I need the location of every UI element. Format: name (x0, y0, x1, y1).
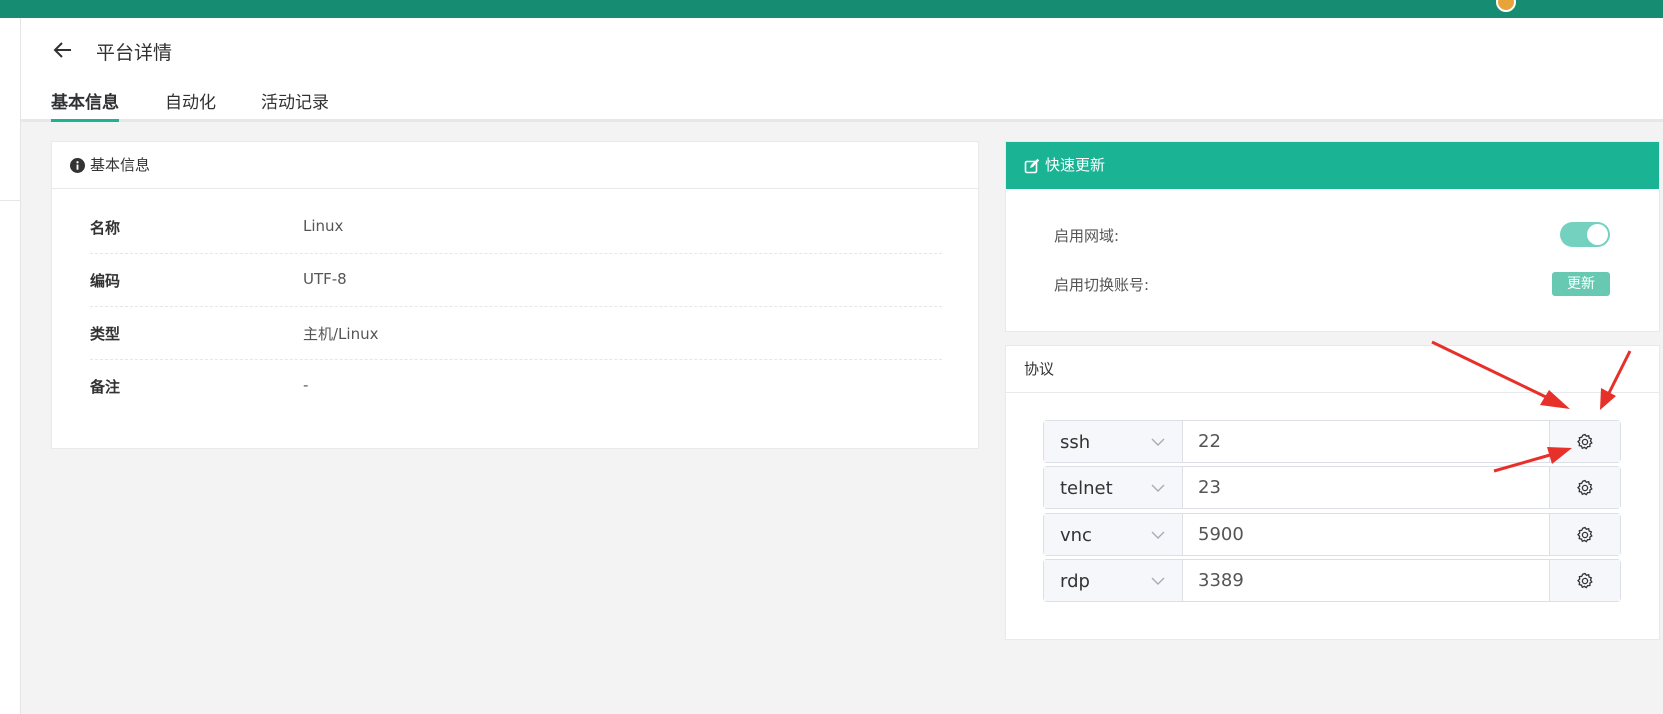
gear-icon (1577, 433, 1593, 450)
protocol-panel-header: 协议 (1006, 346, 1659, 393)
info-circle-icon (70, 157, 85, 173)
protocol-name: ssh (1060, 432, 1091, 453)
protocol-row-rdp: rdp 3389 (1043, 559, 1621, 602)
info-row-comment: 备注 - (90, 360, 942, 413)
enable-domain-label: 启用网域: (1054, 227, 1120, 245)
protocol-row-vnc: vnc 5900 (1043, 513, 1621, 556)
chevron-down-icon (1151, 484, 1165, 492)
protocol-name: rdp (1060, 571, 1090, 592)
protocol-settings-button[interactable] (1550, 560, 1620, 601)
enable-domain-toggle[interactable] (1560, 222, 1610, 247)
chevron-down-icon (1151, 577, 1165, 585)
protocol-panel-title: 协议 (1024, 359, 1055, 378)
protocol-name: vnc (1060, 525, 1092, 546)
sidebar-collapsed (0, 18, 21, 714)
protocol-select[interactable]: telnet (1044, 467, 1183, 508)
protocol-settings-button[interactable] (1550, 467, 1620, 508)
info-row-type: 类型 主机/Linux (90, 307, 942, 360)
sidebar-divider (0, 200, 21, 201)
info-row-encoding: 编码 UTF-8 (90, 254, 942, 307)
info-label: 名称 (90, 219, 121, 237)
protocol-panel: 协议 ssh 22 telnet 23 vnc 5900 rdp 3389 (1005, 345, 1660, 640)
enable-switch-account-label: 启用切换账号: (1054, 276, 1150, 294)
protocol-select[interactable]: vnc (1044, 514, 1183, 555)
page-header: 平台详情 基本信息 自动化 活动记录 (21, 18, 1663, 122)
port-input[interactable]: 22 (1183, 421, 1550, 462)
basic-info-panel-header: 基本信息 (52, 142, 978, 189)
info-value: Linux (303, 217, 344, 235)
gear-icon (1577, 479, 1593, 496)
quick-update-panel: 快速更新 启用网域: 启用切换账号: 更新 (1005, 141, 1660, 332)
protocol-settings-button[interactable] (1550, 514, 1620, 555)
quick-update-panel-title: 快速更新 (1045, 156, 1106, 174)
port-input[interactable]: 3389 (1183, 560, 1550, 601)
chevron-down-icon (1151, 438, 1165, 446)
update-button[interactable]: 更新 (1552, 272, 1610, 296)
protocol-select[interactable]: ssh (1044, 421, 1183, 462)
info-value: - (303, 376, 309, 394)
protocol-row-ssh: ssh 22 (1043, 420, 1621, 463)
tab-activity-log[interactable]: 活动记录 (261, 88, 329, 122)
protocol-row-telnet: telnet 23 (1043, 466, 1621, 509)
toggle-knob (1587, 224, 1608, 245)
basic-info-panel: 基本信息 名称 Linux 编码 UTF-8 类型 主机/Linux 备注 - (51, 141, 979, 449)
info-row-name: 名称 Linux (90, 201, 942, 254)
user-avatar[interactable] (1496, 0, 1516, 12)
gear-icon (1577, 572, 1593, 589)
quick-update-panel-header: 快速更新 (1006, 142, 1659, 189)
protocol-settings-button[interactable] (1550, 421, 1620, 462)
protocol-select[interactable]: rdp (1044, 560, 1183, 601)
port-input[interactable]: 5900 (1183, 514, 1550, 555)
edit-icon (1024, 158, 1040, 173)
basic-info-panel-title: 基本信息 (90, 155, 151, 174)
gear-icon (1577, 526, 1593, 543)
info-label: 类型 (90, 325, 121, 343)
chevron-down-icon (1151, 531, 1165, 539)
top-navbar (0, 0, 1663, 18)
port-input[interactable]: 23 (1183, 467, 1550, 508)
info-label: 备注 (90, 378, 121, 396)
info-value: UTF-8 (303, 270, 347, 288)
back-arrow-icon[interactable] (51, 38, 75, 62)
tab-automation[interactable]: 自动化 (165, 88, 216, 122)
page-title: 平台详情 (96, 42, 173, 64)
protocol-name: telnet (1060, 478, 1113, 499)
info-value: 主机/Linux (303, 325, 379, 343)
tab-basic-info[interactable]: 基本信息 (51, 88, 119, 122)
info-label: 编码 (90, 272, 121, 290)
